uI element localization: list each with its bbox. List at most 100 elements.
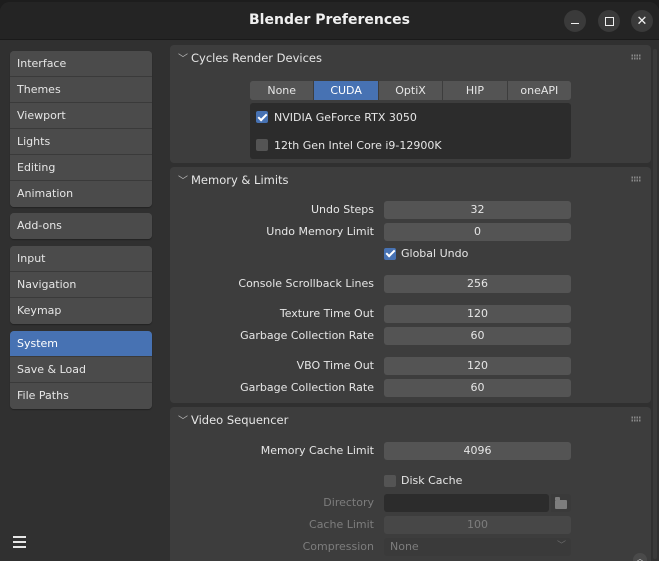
- directory-row: Directory: [170, 494, 651, 512]
- device-row[interactable]: 12th Gen Intel Core i9-12900K: [256, 137, 442, 153]
- title-bar: Blender Preferences ✕: [0, 2, 659, 40]
- hamburger-menu-button[interactable]: [9, 532, 29, 552]
- panel-header[interactable]: ﹀ Video Sequencer: [170, 407, 651, 433]
- undo-steps-row: Undo Steps 32: [170, 201, 651, 219]
- maximize-icon: [604, 16, 614, 26]
- chevron-down-icon: ﹀: [178, 176, 188, 187]
- device-list: NVIDIA GeForce RTX 3050 12th Gen Intel C…: [250, 103, 571, 159]
- vbo-gc-rate-field[interactable]: 60: [384, 379, 571, 397]
- window-title: Blender Preferences: [249, 12, 410, 28]
- panel-memory-limits: ﹀ Memory & Limits Undo Steps 32 Undo Mem…: [170, 167, 651, 403]
- panel-video-sequencer: ﹀ Video Sequencer Memory Cache Limit 409…: [170, 407, 651, 561]
- disk-cache-label: Disk Cache: [401, 474, 463, 487]
- memory-cache-field[interactable]: 4096: [384, 442, 571, 460]
- compression-row: Compression None ﹀: [170, 538, 651, 556]
- nav-group-input: Input Navigation Keymap: [10, 246, 152, 324]
- texture-timeout-row: Texture Time Out 120: [170, 305, 651, 323]
- scroll-up-button[interactable]: ︿: [633, 553, 647, 561]
- cache-limit-row: Cache Limit 100: [170, 516, 651, 534]
- undo-memory-label: Undo Memory Limit: [266, 225, 374, 238]
- disk-cache-checkbox[interactable]: [384, 474, 396, 487]
- sidebar-item-viewport[interactable]: Viewport: [10, 103, 152, 129]
- vbo-gc-rate-label: Garbage Collection Rate: [240, 381, 374, 394]
- device-option-hip[interactable]: HIP: [443, 81, 508, 100]
- vbo-timeout-row: VBO Time Out 120: [170, 357, 651, 375]
- disk-cache-toggle[interactable]: Disk Cache: [384, 474, 462, 487]
- folder-icon: [555, 496, 567, 509]
- panel-title: Memory & Limits: [191, 173, 289, 187]
- device-checkbox-gpu[interactable]: [256, 111, 268, 123]
- texture-timeout-field[interactable]: 120: [384, 305, 571, 323]
- device-name: 12th Gen Intel Core i9-12900K: [274, 138, 442, 152]
- compression-label: Compression: [302, 540, 374, 553]
- panel-title: Video Sequencer: [191, 413, 289, 427]
- panel-header[interactable]: ﹀ Cycles Render Devices: [170, 45, 651, 71]
- minimize-icon: [571, 22, 579, 25]
- console-scrollback-field[interactable]: 256: [384, 275, 571, 293]
- directory-label: Directory: [323, 496, 374, 509]
- sidebar-item-interface[interactable]: Interface: [10, 51, 152, 77]
- undo-steps-label: Undo Steps: [310, 203, 374, 216]
- global-undo-toggle[interactable]: Global Undo: [384, 247, 468, 260]
- chevron-down-icon: ﹀: [178, 416, 188, 427]
- chevron-down-icon: ﹀: [556, 541, 566, 551]
- sidebar-item-file-paths[interactable]: File Paths: [10, 383, 152, 409]
- nav-group-addons: Add-ons: [10, 213, 152, 239]
- texture-gc-rate-row: Garbage Collection Rate 60: [170, 327, 651, 345]
- global-undo-checkbox[interactable]: [384, 247, 396, 260]
- vbo-gc-rate-row: Garbage Collection Rate 60: [170, 379, 651, 397]
- panel-title: Cycles Render Devices: [191, 51, 322, 65]
- drag-grip-icon[interactable]: [631, 416, 641, 422]
- global-undo-label: Global Undo: [401, 247, 469, 260]
- device-row[interactable]: NVIDIA GeForce RTX 3050: [256, 109, 417, 125]
- cache-limit-field[interactable]: 100: [384, 516, 571, 534]
- sidebar-item-animation[interactable]: Animation: [10, 181, 152, 207]
- hamburger-icon: [12, 536, 26, 538]
- chevron-down-icon: ﹀: [178, 54, 188, 65]
- vbo-timeout-label: VBO Time Out: [296, 359, 374, 372]
- sidebar-item-editing[interactable]: Editing: [10, 155, 152, 181]
- panel-cycles-render-devices: ﹀ Cycles Render Devices None CUDA OptiX …: [170, 45, 651, 163]
- sidebar-item-themes[interactable]: Themes: [10, 77, 152, 103]
- undo-steps-field[interactable]: 32: [384, 201, 571, 219]
- nav-group-general: Interface Themes Viewport Lights Editing…: [10, 51, 152, 207]
- main-content: ﹀ Cycles Render Devices None CUDA OptiX …: [168, 41, 651, 561]
- device-option-cuda[interactable]: CUDA: [314, 81, 379, 100]
- sidebar-item-input[interactable]: Input: [10, 246, 152, 272]
- chevron-up-icon: ︿: [636, 554, 644, 561]
- close-button[interactable]: ✕: [631, 10, 653, 32]
- drag-grip-icon[interactable]: [631, 176, 641, 182]
- sidebar: Interface Themes Viewport Lights Editing…: [0, 41, 163, 561]
- sidebar-item-addons[interactable]: Add-ons: [10, 213, 152, 239]
- device-name: NVIDIA GeForce RTX 3050: [274, 110, 417, 124]
- undo-memory-field[interactable]: 0: [384, 223, 571, 241]
- vbo-timeout-field[interactable]: 120: [384, 357, 571, 375]
- minimize-button[interactable]: [564, 10, 586, 32]
- panel-header[interactable]: ﹀ Memory & Limits: [170, 167, 651, 193]
- texture-gc-rate-field[interactable]: 60: [384, 327, 571, 345]
- texture-timeout-label: Texture Time Out: [279, 307, 374, 320]
- device-option-optix[interactable]: OptiX: [378, 81, 444, 100]
- vertical-scrollbar[interactable]: [653, 49, 657, 559]
- directory-field[interactable]: [384, 494, 549, 512]
- device-type-selector: None CUDA OptiX HIP oneAPI: [250, 81, 571, 100]
- sidebar-item-keymap[interactable]: Keymap: [10, 298, 152, 324]
- device-option-none[interactable]: None: [250, 81, 315, 100]
- console-scrollback-label: Console Scrollback Lines: [238, 277, 374, 290]
- device-option-oneapi[interactable]: oneAPI: [507, 81, 571, 100]
- close-icon: ✕: [636, 13, 648, 29]
- memory-cache-label: Memory Cache Limit: [260, 444, 374, 457]
- drag-grip-icon[interactable]: [631, 54, 641, 60]
- texture-gc-rate-label: Garbage Collection Rate: [240, 329, 374, 342]
- nav-group-system: System Save & Load File Paths: [10, 331, 152, 409]
- maximize-button[interactable]: [598, 10, 620, 32]
- device-checkbox-cpu[interactable]: [256, 139, 268, 151]
- sidebar-item-lights[interactable]: Lights: [10, 129, 152, 155]
- preferences-window: Blender Preferences ✕ Interface Themes V…: [0, 2, 659, 561]
- sidebar-item-save-load[interactable]: Save & Load: [10, 357, 152, 383]
- sidebar-item-system[interactable]: System: [10, 331, 152, 357]
- compression-value: None: [390, 540, 419, 553]
- browse-folder-button[interactable]: [551, 494, 571, 512]
- sidebar-item-navigation[interactable]: Navigation: [10, 272, 152, 298]
- compression-dropdown[interactable]: None ﹀: [384, 538, 571, 556]
